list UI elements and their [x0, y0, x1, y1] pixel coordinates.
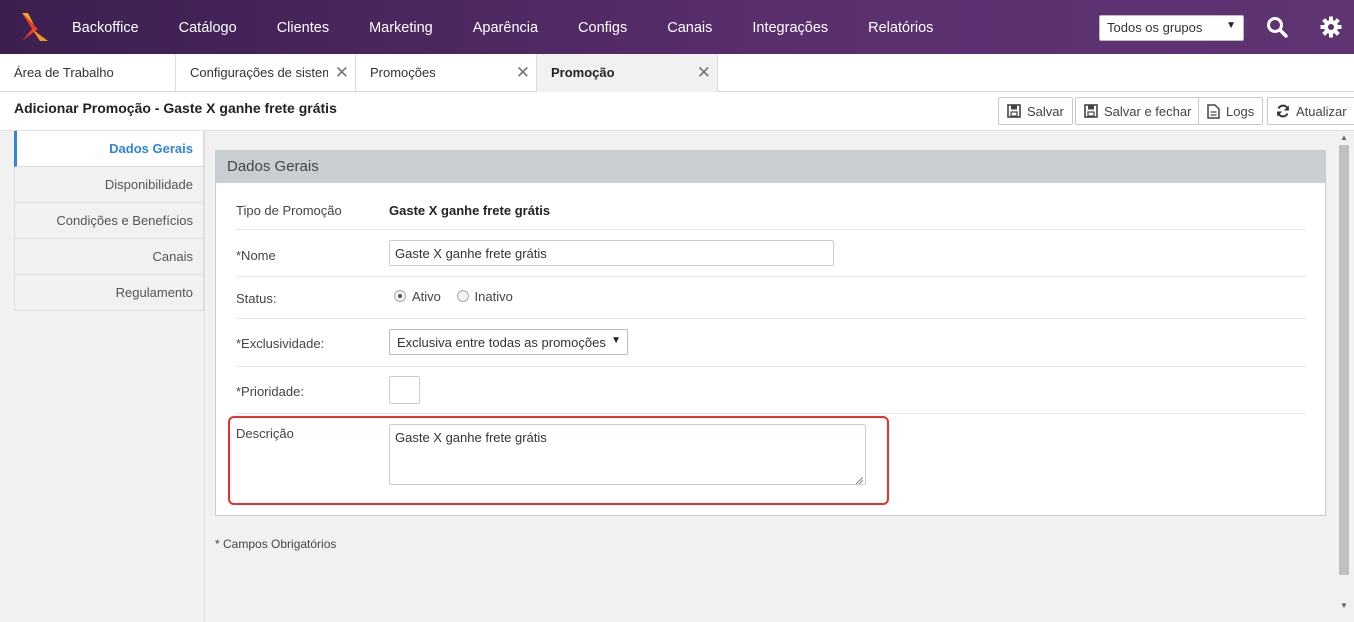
- group-select-value: Todos os grupos: [1107, 20, 1203, 35]
- save-close-button[interactable]: Salvar e fechar: [1075, 97, 1201, 125]
- side-item-disponibilidade[interactable]: Disponibilidade: [14, 167, 204, 203]
- chevron-down-icon: ▼: [1226, 20, 1236, 31]
- document-icon: [1207, 103, 1220, 119]
- tab-promocoes[interactable]: Promoções ✕: [356, 54, 537, 92]
- tab-promocao[interactable]: Promoção ✕: [537, 54, 718, 92]
- row-prioridade: *Prioridade:: [236, 367, 1306, 414]
- logs-label: Logs: [1226, 103, 1255, 119]
- scroll-thumb[interactable]: [1339, 145, 1349, 575]
- side-item-canais[interactable]: Canais: [14, 239, 204, 275]
- annotation-highlight: [228, 416, 889, 505]
- divider: [204, 131, 205, 622]
- nav-backoffice[interactable]: Backoffice: [52, 0, 159, 54]
- side-item-regulamento[interactable]: Regulamento: [14, 275, 204, 311]
- prioridade-label: *Prioridade:: [236, 384, 304, 399]
- side-item-condicoes-beneficios[interactable]: Condições e Benefícios: [14, 203, 204, 239]
- group-select[interactable]: Todos os grupos ▼: [1099, 15, 1244, 41]
- logs-button[interactable]: Logs: [1198, 97, 1264, 125]
- panel-heading: Dados Gerais: [216, 151, 1325, 183]
- scrollbar[interactable]: ▲ ▼: [1338, 131, 1350, 622]
- scroll-up-icon[interactable]: ▲: [1339, 133, 1349, 143]
- tipo-value: Gaste X ganhe frete grátis: [389, 203, 551, 218]
- floppy-icon: [1084, 104, 1098, 118]
- nav-configs[interactable]: Configs: [558, 0, 647, 54]
- close-icon[interactable]: ✕: [516, 54, 530, 92]
- required-fields-note: * Campos Obrigatórios: [215, 537, 337, 551]
- nav-catalogo[interactable]: Catálogo: [159, 0, 257, 54]
- refresh-icon: [1277, 104, 1289, 118]
- scroll-down-icon[interactable]: ▼: [1339, 601, 1349, 611]
- row-exclusividade: *Exclusividade: Exclusiva entre todas as…: [236, 319, 1306, 367]
- nav-canais[interactable]: Canais: [647, 0, 732, 54]
- close-icon[interactable]: ✕: [335, 54, 349, 92]
- side-item-dados-gerais[interactable]: Dados Gerais: [14, 131, 204, 167]
- status-label: Status:: [236, 291, 277, 306]
- gear-icon[interactable]: [1320, 16, 1342, 38]
- page-title: Adicionar Promoção - Gaste X ganhe frete…: [14, 100, 337, 116]
- floppy-icon: [1007, 104, 1021, 118]
- refresh-button[interactable]: Atualizar: [1267, 97, 1354, 125]
- nav-clientes[interactable]: Clientes: [257, 0, 349, 54]
- nome-input[interactable]: Gaste X ganhe frete grátis: [389, 240, 834, 266]
- radio-ativo-label: Ativo: [412, 289, 441, 304]
- tipo-label: Tipo de Promoção: [236, 203, 342, 218]
- nav-aparencia[interactable]: Aparência: [453, 0, 558, 54]
- main-nav: Backoffice Catálogo Clientes Marketing A…: [52, 0, 953, 54]
- tab-label: Promoções: [370, 65, 436, 80]
- row-status: Status: Ativo Inativo: [236, 277, 1306, 319]
- radio-ativo[interactable]: [394, 290, 406, 302]
- save-label: Salvar: [1027, 103, 1064, 119]
- nav-relatorios[interactable]: Relatórios: [848, 0, 953, 54]
- tab-configuracoes[interactable]: Configurações de sistema ✕: [176, 54, 356, 92]
- row-nome: *Nome Gaste X ganhe frete grátis: [236, 230, 1306, 277]
- status-radio-group: Ativo Inativo: [394, 289, 513, 304]
- exclusividade-value: Exclusiva entre todas as promoções: [397, 335, 606, 350]
- prioridade-input[interactable]: [389, 376, 420, 404]
- nav-integracoes[interactable]: Integrações: [732, 0, 848, 54]
- tab-bar: Área de Trabalho Configurações de sistem…: [0, 54, 1354, 92]
- save-button[interactable]: Salvar: [998, 97, 1073, 125]
- nome-label: *Nome: [236, 248, 276, 263]
- refresh-label: Atualizar: [1296, 103, 1347, 119]
- tab-area-de-trabalho[interactable]: Área de Trabalho: [0, 54, 176, 92]
- close-icon[interactable]: ✕: [697, 54, 711, 92]
- radio-inativo-label: Inativo: [474, 289, 513, 304]
- top-navbar: Backoffice Catálogo Clientes Marketing A…: [0, 0, 1354, 54]
- tab-label: Área de Trabalho: [14, 65, 114, 80]
- logo-icon[interactable]: [18, 11, 50, 43]
- search-icon[interactable]: [1266, 16, 1288, 38]
- tab-label: Promoção: [551, 65, 615, 80]
- radio-inativo[interactable]: [456, 290, 469, 302]
- side-menu: Dados Gerais Disponibilidade Condições e…: [14, 131, 204, 311]
- tab-label: Configurações de sistema: [190, 65, 328, 80]
- row-tipo: Tipo de Promoção Gaste X ganhe frete grá…: [236, 183, 1306, 230]
- chevron-down-icon: ▼: [611, 335, 621, 346]
- exclusividade-label: *Exclusividade:: [236, 336, 325, 351]
- nav-marketing[interactable]: Marketing: [349, 0, 453, 54]
- exclusividade-select[interactable]: Exclusiva entre todas as promoções ▼: [389, 329, 628, 355]
- save-close-label: Salvar e fechar: [1104, 103, 1192, 119]
